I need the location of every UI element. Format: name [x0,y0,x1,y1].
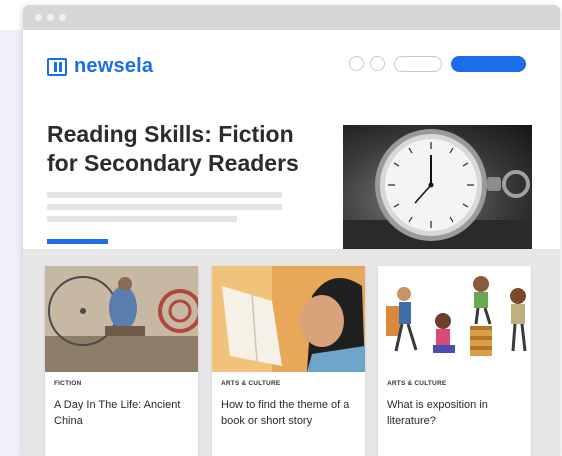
nav-primary-button[interactable] [451,56,526,72]
newsela-logo[interactable]: newsela [47,55,153,78]
article-card[interactable]: ARTS & CULTURE How to find the theme of … [212,266,365,456]
logo-wordmark: newsela [74,55,154,77]
card-category: FICTION [54,380,82,387]
text-placeholder-line [47,204,282,210]
spinning-wheel-image [45,266,198,372]
cards-section: FICTION A Day In The Life: Ancient China… [23,249,560,456]
hero-section: newsela Reading Skills: Fiction for Seco… [23,30,560,249]
browser-window: newsela Reading Skills: Fiction for Seco… [23,5,560,456]
page-title: Reading Skills: Fiction for Secondary Re… [47,121,299,176]
nav-placeholder-circle[interactable] [370,56,385,71]
pocket-watch-image [343,125,532,249]
window-dot[interactable] [35,14,42,21]
text-placeholder-line [47,216,237,222]
card-title[interactable]: How to find the theme of a book or short… [221,397,356,429]
nav-placeholder-button[interactable] [394,56,442,72]
text-placeholder-line [47,192,282,198]
window-dot[interactable] [59,14,66,21]
article-card[interactable]: FICTION A Day In The Life: Ancient China [45,266,198,456]
article-card[interactable]: ARTS & CULTURE What is exposition in lit… [378,266,531,456]
card-category: ARTS & CULTURE [387,380,447,387]
nav-placeholder-circle[interactable] [349,56,364,71]
card-title[interactable]: A Day In The Life: Ancient China [54,397,189,429]
window-titlebar [23,5,560,30]
card-title[interactable]: What is exposition in literature? [387,397,522,429]
accent-underline [47,239,108,244]
child-reading-image [212,266,365,372]
kids-with-books-image [378,266,531,372]
card-category: ARTS & CULTURE [221,380,281,387]
book-icon [47,57,67,76]
window-dot[interactable] [47,14,54,21]
